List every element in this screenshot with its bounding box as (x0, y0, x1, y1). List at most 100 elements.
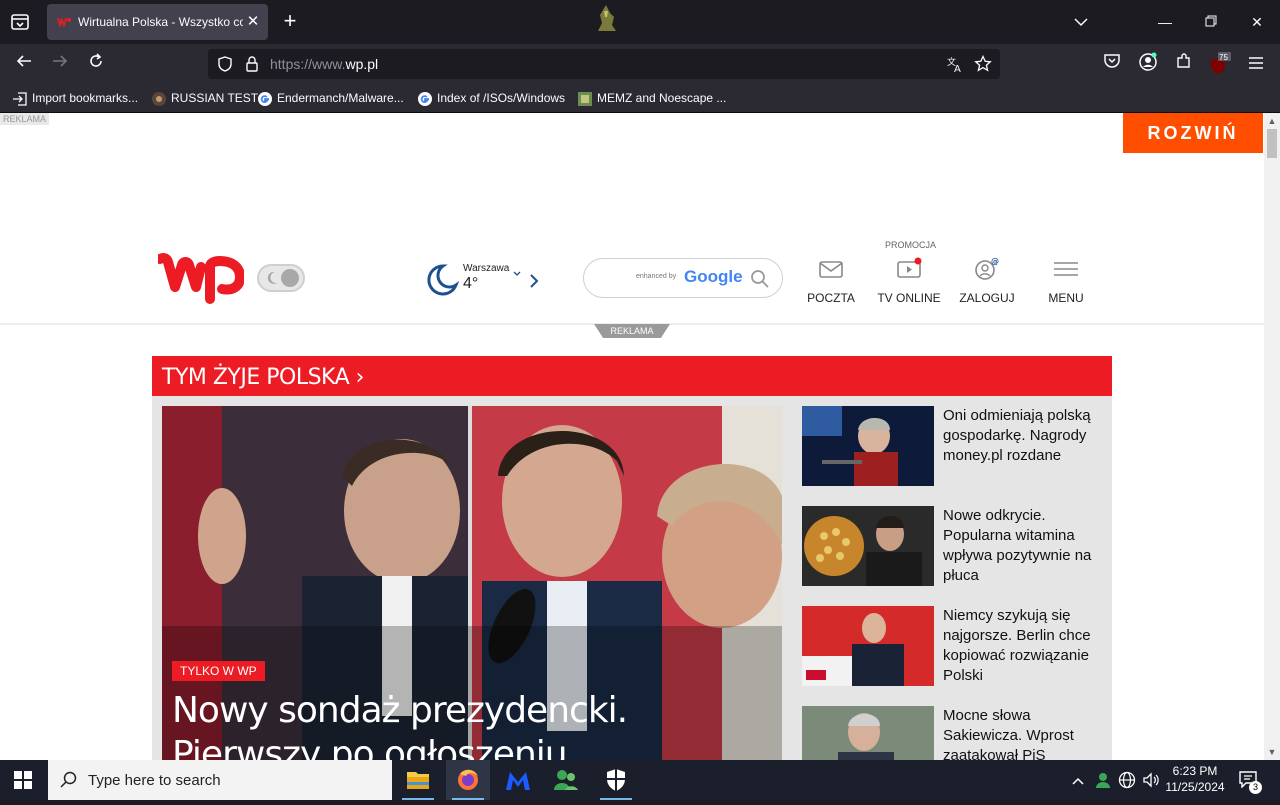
nav-tv-online[interactable]: TV ONLINE (874, 255, 944, 315)
network-icon[interactable] (1118, 771, 1136, 794)
volume-icon[interactable] (1142, 771, 1160, 794)
bookmark-star-icon[interactable] (974, 54, 992, 73)
section-header[interactable]: TYM ŻYJE POLSKA › (152, 356, 1112, 396)
section-title: TYM ŻYJE POLSKA › (162, 365, 364, 390)
shield-icon[interactable] (216, 55, 234, 73)
nav-menu[interactable]: MENU (1031, 255, 1101, 315)
taskbar-search-input[interactable]: Type here to search (48, 760, 392, 800)
image-favicon-icon (577, 91, 593, 107)
back-button[interactable] (12, 52, 36, 76)
news-item[interactable]: Niemcy szykują się najgorsze. Berlin chc… (802, 606, 1102, 688)
navigation-bar: https://www.wp.pl 文A 75 (0, 44, 1280, 84)
news-item[interactable]: Oni odmieniają polską gospodarkę. Nagrod… (802, 406, 1102, 488)
minimize-button[interactable]: — (1150, 8, 1180, 36)
url-text: https://www.wp.pl (270, 56, 379, 72)
defender-icon[interactable] (594, 760, 638, 800)
weather-city: Warszawa (463, 263, 510, 274)
theme-mascot-icon (594, 3, 618, 33)
tabs-dropdown-icon[interactable] (1066, 8, 1096, 36)
nav-mail[interactable]: POCZTA (796, 255, 866, 315)
extension-badge: 75 (1219, 53, 1228, 62)
google-favicon-icon (257, 91, 273, 107)
bookmark-russian-test[interactable]: RUSSIAN TEST (151, 90, 258, 108)
app-menu-icon[interactable] (1244, 52, 1268, 76)
address-bar[interactable]: https://www.wp.pl 文A (208, 49, 1000, 79)
moon-icon (265, 270, 279, 286)
weather-next-icon[interactable] (529, 273, 539, 294)
nav-login[interactable]: @ ZALOGUJ (952, 255, 1022, 315)
import-icon (12, 91, 28, 107)
translate-icon[interactable]: 文A (946, 55, 964, 75)
expand-ad-button[interactable]: ROZWIŃ (1123, 113, 1263, 153)
news-text: Niemcy szykują się najgorsze. Berlin chc… (943, 607, 1091, 684)
promo-label: PROMOCJA (885, 240, 937, 250)
site-search-input[interactable]: enhanced by Google (583, 258, 783, 298)
file-explorer-icon[interactable] (396, 760, 440, 800)
scroll-down-arrow-icon[interactable]: ▼ (1264, 745, 1280, 759)
account-icon[interactable] (1136, 52, 1160, 76)
notification-count: 3 (1249, 781, 1262, 794)
bookmark-import[interactable]: Import bookmarks... (12, 90, 138, 108)
city-dropdown-icon[interactable] (513, 264, 521, 282)
search-icon[interactable] (750, 269, 770, 294)
hero-article[interactable]: TYLKO W WP Nowy sondaż prezydencki. Pier… (162, 406, 782, 760)
extensions-icon[interactable] (1172, 52, 1196, 76)
wp-logo[interactable] (155, 251, 245, 307)
news-item[interactable]: Mocne słowa Sakiewicza. Wprost zaatakowa… (802, 706, 1102, 760)
bookmark-memz[interactable]: MEMZ and Noescape ... (577, 90, 726, 108)
google-favicon-icon (417, 91, 433, 107)
hamburger-icon (1052, 255, 1080, 283)
google-brand: Google (684, 267, 743, 286)
news-thumbnail (802, 506, 934, 586)
malwarebytes-icon[interactable] (496, 760, 540, 800)
ublock-extension-icon[interactable]: 75 (1208, 52, 1232, 76)
ad-label: REKLAMA (0, 113, 50, 125)
restore-button[interactable] (1196, 8, 1226, 36)
clock-time: 6:23 PM (1172, 764, 1218, 778)
news-text: Nowe odkrycie. Popularna witamina wpływa… (943, 507, 1092, 584)
news-thumbnail (802, 706, 934, 760)
bookmark-endermanch[interactable]: Endermanch/Malware... (257, 90, 404, 108)
clock-date: 11/25/2024 (1165, 780, 1225, 794)
firefox-taskbar-icon[interactable] (446, 760, 490, 800)
pocket-icon[interactable] (1100, 52, 1124, 76)
moon-weather-icon (425, 263, 460, 302)
new-tab-button[interactable]: + (279, 10, 301, 34)
start-button[interactable] (14, 771, 32, 794)
news-section: TYM ŻYJE POLSKA › TYLKO W WP Nowy sondaż… (152, 356, 1112, 760)
reload-button[interactable] (84, 52, 108, 76)
tab-close-icon[interactable]: ✕ (244, 13, 262, 31)
mail-icon (817, 255, 845, 283)
tab-wirtualna-polska[interactable]: Wirtualna Polska - Wszystko co ✕ (47, 4, 268, 40)
search-placeholder: Type here to search (88, 772, 221, 789)
search-icon (60, 771, 78, 794)
toggle-knob (281, 269, 299, 287)
system-clock[interactable]: 6:23 PM 11/25/2024 (1162, 763, 1228, 795)
news-thumbnail (802, 606, 934, 686)
dark-mode-toggle[interactable] (257, 264, 305, 292)
tv-icon (895, 255, 923, 283)
scroll-thumb[interactable] (1267, 129, 1277, 158)
notifications-icon[interactable]: 3 (1238, 770, 1264, 794)
news-item[interactable]: Nowe odkrycie. Popularna witamina wpływa… (802, 506, 1102, 588)
nav-login-label: ZALOGUJ (959, 291, 1015, 305)
tray-chevron-icon[interactable] (1072, 774, 1084, 792)
weather-widget[interactable]: Warszawa 4° (425, 261, 545, 301)
bookmarks-toolbar: Import bookmarks... RUSSIAN TEST Enderma… (0, 84, 1280, 113)
wp-favicon-icon (57, 16, 71, 28)
forward-button[interactable] (48, 52, 72, 76)
lock-icon[interactable] (243, 55, 261, 73)
contacts-app-icon[interactable] (544, 760, 588, 800)
nav-mail-label: POCZTA (807, 291, 855, 305)
svg-text:@: @ (991, 257, 999, 266)
nav-menu-label: MENU (1048, 291, 1084, 305)
tab-list-icon[interactable] (8, 10, 32, 34)
people-tray-icon[interactable] (1094, 771, 1112, 794)
scroll-up-arrow-icon[interactable]: ▲ (1264, 114, 1280, 128)
bookmark-index-isos[interactable]: Index of /ISOs/Windows (417, 90, 565, 108)
page-scrollbar[interactable]: ▲ ▼ (1264, 113, 1280, 760)
nav-tv-label: TV ONLINE (877, 291, 941, 305)
close-window-button[interactable]: ✕ (1242, 8, 1272, 36)
tab-title: Wirtualna Polska - Wszystko co (78, 15, 243, 29)
hero-badge: TYLKO W WP (172, 661, 265, 681)
